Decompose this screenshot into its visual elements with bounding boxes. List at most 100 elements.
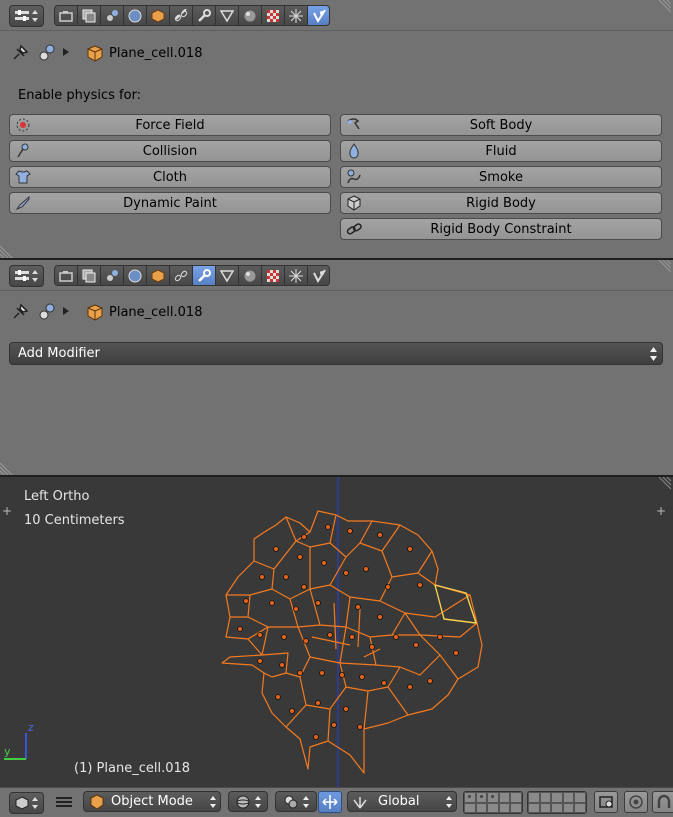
scene-icon bbox=[107, 9, 118, 21]
material-tab[interactable] bbox=[238, 5, 261, 26]
interaction-mode-label: Object Mode bbox=[111, 794, 193, 809]
force-field-button[interactable]: Force Field bbox=[9, 114, 331, 136]
cube-icon bbox=[151, 268, 165, 283]
object-tab[interactable] bbox=[146, 265, 169, 286]
texture-tab[interactable] bbox=[261, 5, 284, 26]
snap-button[interactable] bbox=[652, 791, 673, 813]
scene-layers-group-1[interactable] bbox=[463, 791, 523, 814]
area-resize-grip-bottom[interactable] bbox=[0, 244, 14, 258]
data-tab[interactable] bbox=[215, 5, 238, 26]
modifiers-tab[interactable] bbox=[192, 5, 215, 26]
texture-tab[interactable] bbox=[261, 265, 284, 286]
soft-body-icon bbox=[347, 118, 360, 130]
dynamic-paint-button[interactable]: Dynamic Paint bbox=[9, 192, 331, 214]
world-tab[interactable] bbox=[123, 265, 146, 286]
viewport-header: Object Mode Global bbox=[0, 787, 673, 817]
editor-type-menu[interactable] bbox=[9, 5, 44, 27]
area-resize-grip-bottom-2[interactable] bbox=[0, 461, 14, 475]
object-name: Plane_cell.018 bbox=[109, 305, 203, 320]
rigid-body-cube-icon bbox=[347, 195, 361, 211]
chevron-updown-icon bbox=[303, 795, 309, 808]
constraints-tab[interactable] bbox=[169, 5, 192, 26]
area-resize-grip-2[interactable] bbox=[657, 260, 671, 274]
data-tab[interactable] bbox=[215, 265, 238, 286]
cloth-shirt-icon bbox=[15, 170, 31, 184]
physics-header bbox=[0, 0, 673, 31]
fluid-button[interactable]: Fluid bbox=[340, 140, 662, 162]
render-tab[interactable] bbox=[54, 5, 77, 26]
enable-physics-label: Enable physics for: bbox=[18, 88, 142, 103]
transform-orientation-dropdown[interactable]: Global bbox=[347, 791, 457, 812]
manipulator-toggle[interactable] bbox=[318, 791, 342, 813]
particles-tab[interactable] bbox=[284, 5, 307, 26]
render-tab[interactable] bbox=[54, 265, 77, 286]
world-tab[interactable] bbox=[123, 5, 146, 26]
wrench-icon bbox=[198, 8, 211, 22]
3d-view-icon bbox=[15, 796, 29, 810]
physics-tab[interactable] bbox=[307, 5, 330, 26]
add-modifier-label: Add Modifier bbox=[18, 346, 100, 361]
object-name: Plane_cell.018 bbox=[109, 46, 203, 61]
constraints-tab[interactable] bbox=[169, 265, 192, 286]
object-tab[interactable] bbox=[146, 5, 169, 26]
paint-brush-icon bbox=[15, 195, 30, 211]
interaction-mode-dropdown[interactable]: Object Mode bbox=[83, 791, 221, 812]
scene-context-icon bbox=[39, 44, 55, 61]
axis-y-label: y bbox=[4, 745, 11, 758]
pivot-point-dropdown[interactable] bbox=[275, 791, 317, 812]
chevron-updown-icon bbox=[32, 270, 38, 282]
layers-icon bbox=[82, 9, 96, 22]
layer-lock-button[interactable] bbox=[594, 791, 618, 813]
physics-panel: Plane_cell.018 Enable physics for: Force… bbox=[0, 0, 673, 258]
object-mode-cube-icon bbox=[90, 793, 104, 810]
force-field-icon bbox=[16, 118, 30, 132]
link-icon bbox=[174, 270, 188, 281]
layer-lock-icon bbox=[599, 796, 613, 808]
rigid-body-constraint-button[interactable]: Rigid Body Constraint bbox=[340, 218, 662, 240]
pin-icon[interactable] bbox=[11, 303, 29, 321]
axis-z-label: z bbox=[28, 721, 34, 734]
add-modifier-dropdown[interactable]: Add Modifier bbox=[9, 342, 663, 365]
scene-tab[interactable] bbox=[100, 265, 123, 286]
pivot-point-icon bbox=[284, 795, 298, 808]
chevron-right-icon bbox=[63, 48, 69, 56]
mesh-data-icon bbox=[220, 9, 234, 22]
editor-type-menu-3[interactable] bbox=[9, 792, 44, 814]
material-tab[interactable] bbox=[238, 265, 261, 286]
snap-magnet-icon bbox=[657, 794, 671, 808]
collision-button[interactable]: Collision bbox=[9, 140, 331, 162]
viewport-shading-dropdown[interactable] bbox=[228, 791, 268, 812]
hamburger-menu-icon[interactable] bbox=[56, 796, 72, 809]
orientation-axes-icon bbox=[353, 796, 367, 808]
checker-texture-icon bbox=[267, 269, 279, 282]
editor-type-menu-2[interactable] bbox=[9, 265, 44, 287]
smoke-button[interactable]: Smoke bbox=[340, 166, 662, 188]
modifiers-tab[interactable] bbox=[192, 265, 215, 286]
material-sphere-icon bbox=[243, 269, 257, 282]
object-cube-icon bbox=[87, 304, 103, 321]
render-layers-tab[interactable] bbox=[77, 265, 100, 286]
physics-orbit-icon bbox=[312, 8, 326, 23]
modifiers-panel: Plane_cell.018 Add Modifier bbox=[0, 260, 673, 475]
properties-editor-icon bbox=[15, 10, 29, 21]
scene-layers-group-2[interactable] bbox=[527, 791, 587, 814]
soft-body-button[interactable]: Soft Body bbox=[340, 114, 662, 136]
camera-icon bbox=[59, 10, 73, 22]
area-resize-grip[interactable] bbox=[657, 0, 671, 14]
pin-icon[interactable] bbox=[11, 44, 29, 62]
cube-icon bbox=[151, 8, 165, 23]
chevron-right-icon bbox=[63, 307, 69, 315]
physics-tab[interactable] bbox=[307, 265, 330, 286]
scene-canvas[interactable] bbox=[0, 477, 673, 787]
mesh-data-icon bbox=[220, 269, 234, 282]
render-layers-tab[interactable] bbox=[77, 5, 100, 26]
3d-viewport[interactable]: Left Ortho 10 Centimeters (1) Plane_cell… bbox=[0, 477, 673, 787]
chevron-updown-icon bbox=[446, 795, 452, 808]
fractured-mesh[interactable] bbox=[221, 510, 483, 774]
particles-tab[interactable] bbox=[284, 265, 307, 286]
cloth-button[interactable]: Cloth bbox=[9, 166, 331, 188]
proportional-edit-button[interactable] bbox=[624, 791, 648, 813]
scene-tab[interactable] bbox=[100, 5, 123, 26]
rigid-body-button[interactable]: Rigid Body bbox=[340, 192, 662, 214]
chevron-updown-icon bbox=[255, 795, 261, 808]
